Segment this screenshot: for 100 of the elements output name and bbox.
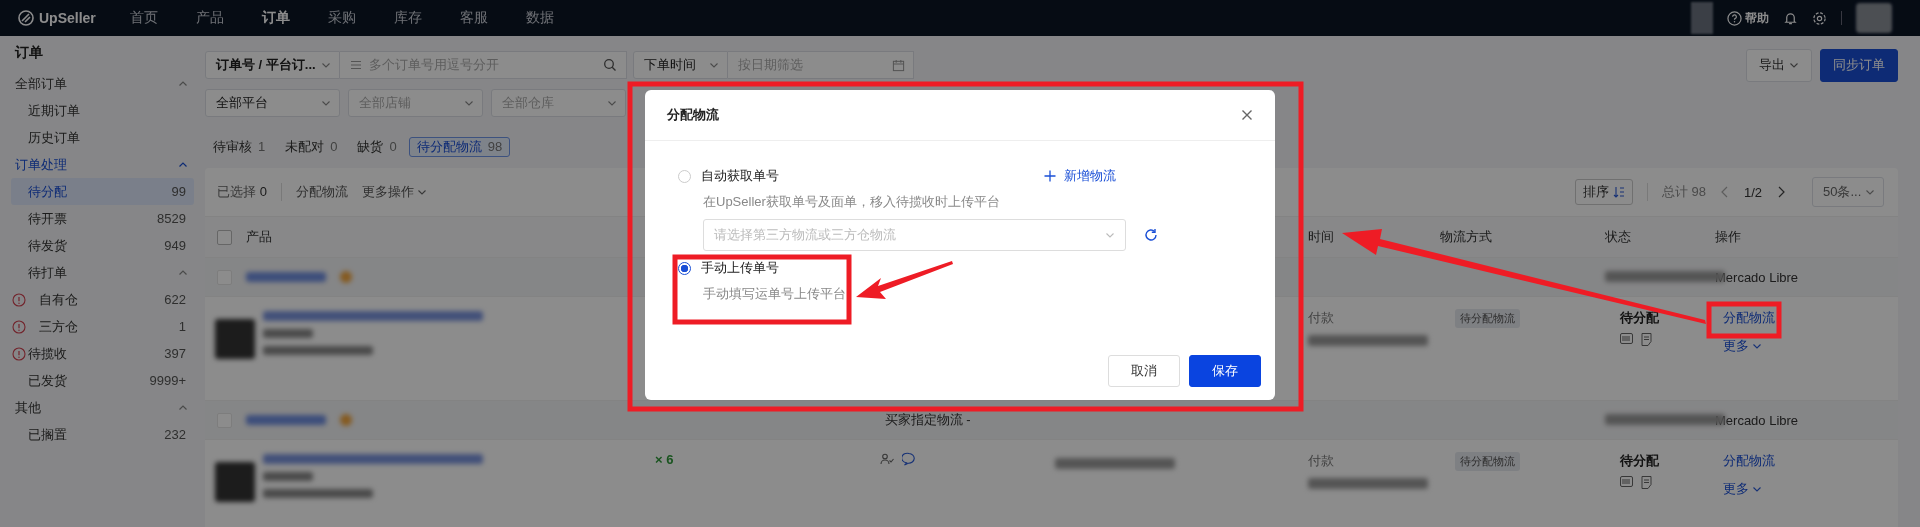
sidebar-item[interactable]: 自有仓 622 bbox=[11, 286, 194, 313]
nav-item[interactable]: 订单 bbox=[262, 9, 290, 27]
nav-item[interactable]: 库存 bbox=[394, 9, 422, 27]
column-header: 产品 bbox=[246, 228, 272, 246]
dialog-title: 分配物流 bbox=[667, 106, 719, 124]
assign-logistics-link[interactable]: 分配物流 bbox=[1723, 452, 1775, 470]
column-header: 时间 bbox=[1308, 229, 1334, 244]
more-dropdown[interactable]: 更多 bbox=[1723, 337, 1762, 355]
platform-name: Mercado Libre bbox=[1715, 412, 1799, 428]
sidebar-item[interactable]: 待揽收 397 bbox=[11, 340, 194, 367]
chevron-icon bbox=[178, 161, 188, 168]
close-icon[interactable] bbox=[1241, 109, 1253, 121]
sidebar-item[interactable]: 三方仓 1 bbox=[11, 313, 194, 340]
sidebar-group[interactable]: 订单处理 bbox=[11, 151, 194, 178]
caret-icon bbox=[1789, 60, 1799, 70]
logistics-note: 买家指定物流 - bbox=[884, 412, 971, 427]
radio-option[interactable]: 自动获取单号 bbox=[678, 167, 779, 185]
next-page-icon[interactable] bbox=[1776, 186, 1786, 198]
filter-select[interactable]: 全部平台 bbox=[205, 89, 340, 117]
search-icon[interactable] bbox=[603, 58, 617, 72]
radio-option[interactable]: 手动上传单号 bbox=[678, 259, 779, 277]
quantity: × 6 bbox=[655, 452, 674, 467]
info-icon bbox=[12, 319, 26, 334]
blurred-text bbox=[263, 329, 313, 338]
sidebar-group[interactable]: 其他 bbox=[11, 394, 194, 421]
assign-logistics-link[interactable]: 分配物流 bbox=[295, 183, 348, 201]
status-tab[interactable]: 待分配物流 98 bbox=[408, 137, 511, 157]
assign-logistics-link[interactable]: 分配物流 bbox=[1723, 309, 1775, 327]
nav-item[interactable]: 产品 bbox=[196, 9, 224, 27]
blurred-block bbox=[1691, 2, 1713, 34]
barcode-icon[interactable] bbox=[1620, 476, 1633, 487]
sidebar-item[interactable]: 待打单 bbox=[11, 259, 194, 286]
logo-text: UpSeller bbox=[39, 10, 96, 26]
order-status: 待分配 bbox=[1620, 310, 1659, 325]
add-logistics-link[interactable]: 新增物流 bbox=[1044, 167, 1116, 185]
list-icon bbox=[349, 58, 363, 72]
info-icon bbox=[12, 346, 26, 361]
column-header: 物流方式 bbox=[1440, 229, 1492, 244]
barcode-icon[interactable] bbox=[1620, 333, 1633, 344]
column-header: 状态 bbox=[1605, 229, 1631, 244]
settings-icon[interactable] bbox=[1812, 10, 1827, 26]
chevron-icon bbox=[178, 269, 188, 276]
nav-item[interactable]: 采购 bbox=[328, 9, 356, 27]
order-status: 待分配 bbox=[1620, 453, 1659, 468]
sidebar-group[interactable]: 全部订单 bbox=[11, 70, 194, 97]
chevron-icon bbox=[178, 80, 188, 87]
caret-icon bbox=[416, 187, 427, 197]
people-icon[interactable] bbox=[880, 452, 894, 466]
chat-icon[interactable] bbox=[902, 452, 916, 466]
nav-item[interactable]: 数据 bbox=[526, 9, 554, 27]
export-button[interactable]: 导出 bbox=[1746, 48, 1812, 82]
sidebar-item[interactable]: 待发货 949 bbox=[11, 232, 194, 259]
page-size-select[interactable]: 50条... bbox=[1812, 177, 1884, 207]
cancel-button[interactable]: 取消 bbox=[1108, 355, 1180, 387]
previous-page-icon[interactable] bbox=[1719, 186, 1730, 198]
sidebar-item[interactable]: 待分配 99 bbox=[11, 178, 194, 205]
more-actions-dropdown[interactable]: 更多操作 bbox=[361, 183, 427, 201]
calendar-icon bbox=[892, 58, 905, 72]
payment-label: 付款 bbox=[1308, 309, 1334, 327]
status-tab[interactable]: 待审核 1 bbox=[205, 137, 274, 157]
save-button[interactable]: 保存 bbox=[1189, 355, 1261, 387]
sync-orders-button[interactable]: 同步订单 bbox=[1820, 48, 1898, 82]
checkbox[interactable] bbox=[217, 229, 232, 245]
note-icon[interactable] bbox=[1641, 476, 1652, 489]
option-description: 在UpSeller获取单号及面单，移入待揽收时上传平台 bbox=[703, 193, 1001, 211]
option-description: 手动填写运单号上传平台 bbox=[703, 285, 847, 303]
sidebar-item[interactable]: 历史订单 bbox=[11, 124, 194, 151]
total-count: 总计 98 bbox=[1661, 183, 1706, 201]
status-tab[interactable]: 缺货 0 bbox=[349, 137, 405, 157]
caret-icon bbox=[709, 60, 719, 70]
info-icon bbox=[12, 292, 26, 307]
caret-icon bbox=[1865, 187, 1875, 197]
sidebar-item[interactable]: 已搁置 232 bbox=[11, 421, 194, 448]
status-tag: 待分配物流 bbox=[1455, 309, 1520, 328]
more-dropdown[interactable]: 更多 bbox=[1723, 480, 1762, 498]
sidebar-item[interactable]: 已发货 9999+ bbox=[11, 367, 194, 394]
caret-icon bbox=[607, 98, 617, 108]
refresh-icon[interactable] bbox=[1144, 228, 1158, 242]
sort-button[interactable]: 排序 bbox=[1574, 179, 1633, 205]
product-image-placeholder bbox=[215, 462, 255, 502]
column-header: 操作 bbox=[1715, 229, 1741, 244]
sidebar-item[interactable]: 近期订单 bbox=[11, 97, 194, 124]
help-link[interactable]: 帮助 bbox=[1727, 9, 1769, 27]
nav-item[interactable]: 首页 bbox=[130, 9, 158, 27]
nav-item[interactable]: 客服 bbox=[460, 9, 488, 27]
product-image-placeholder bbox=[215, 319, 255, 359]
time-type-select[interactable]: 下单时间 bbox=[633, 51, 728, 79]
sidebar-item[interactable]: 待开票 8529 bbox=[11, 205, 194, 232]
bell-icon[interactable] bbox=[1783, 10, 1798, 26]
plus-icon bbox=[1044, 170, 1056, 182]
note-icon[interactable] bbox=[1641, 333, 1652, 346]
status-tab[interactable]: 未配对 0 bbox=[277, 137, 346, 157]
payment-label: 付款 bbox=[1308, 452, 1334, 470]
search-type-select[interactable]: 订单号 / 平台订... bbox=[205, 51, 340, 79]
caret-icon bbox=[1105, 230, 1115, 240]
platform-name: Mercado Libre bbox=[1715, 269, 1799, 285]
caret-icon bbox=[464, 98, 474, 108]
sidebar-title: 订单 bbox=[13, 43, 44, 62]
help-icon bbox=[1727, 10, 1742, 26]
blurred-text bbox=[263, 472, 313, 481]
